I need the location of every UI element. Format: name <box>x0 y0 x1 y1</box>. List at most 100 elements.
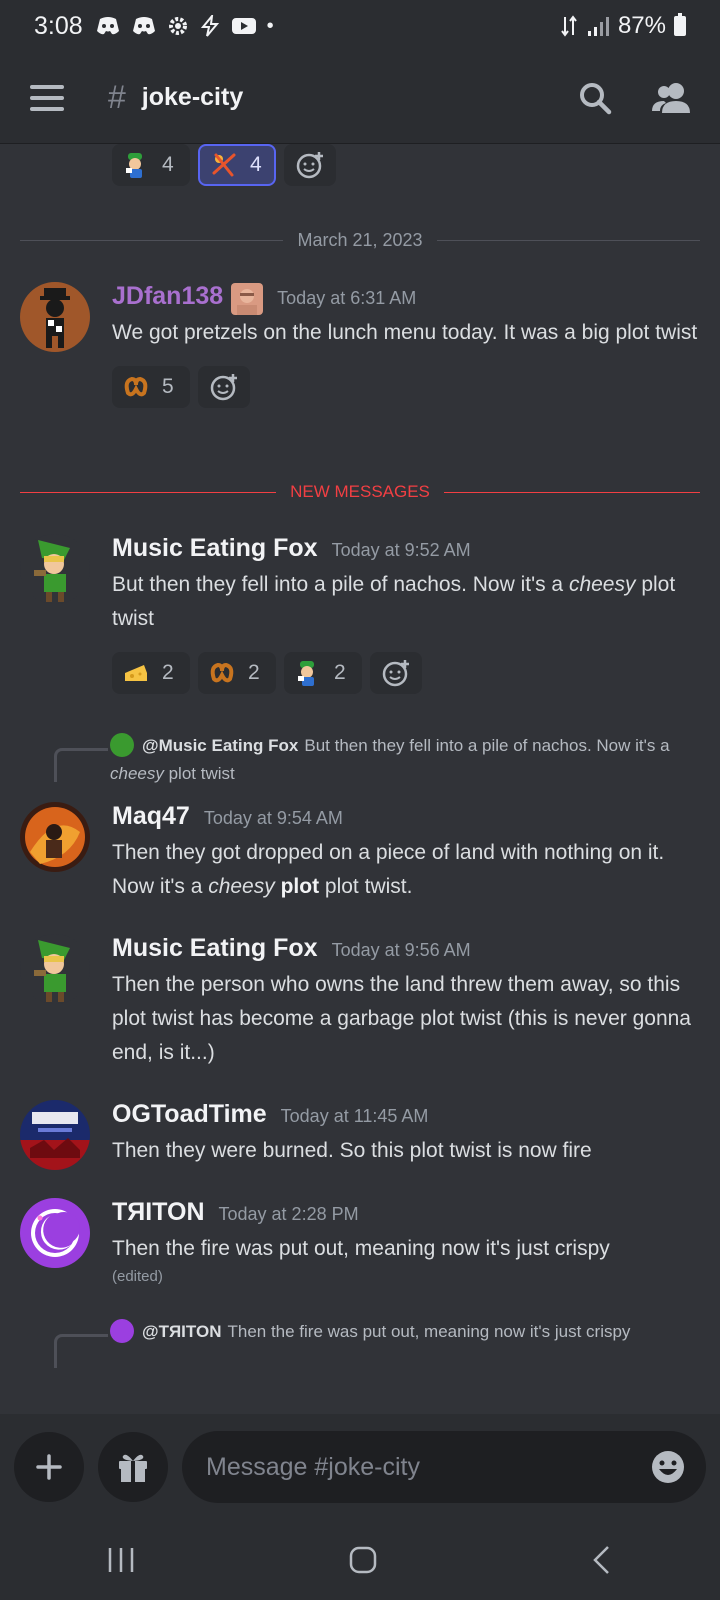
message-text: But then they fell into a pile of nachos… <box>112 573 676 630</box>
avatar[interactable] <box>20 802 90 872</box>
reaction-cheese[interactable]: 2 <box>112 652 190 694</box>
timestamp: Today at 9:56 AM <box>331 940 471 960</box>
emoji-picker-icon[interactable] <box>650 1449 686 1485</box>
emphasis-text: cheesy <box>208 875 275 898</box>
username[interactable]: JDfan138 <box>112 282 223 311</box>
reaction-row: 5 <box>112 366 700 408</box>
reaction-count: 5 <box>162 375 174 398</box>
add-reaction-button[interactable] <box>198 366 250 408</box>
reply-text: Then the fire was put out, meaning now i… <box>227 1322 631 1341</box>
pretzel-emoji-icon <box>124 376 148 397</box>
username[interactable]: TЯITON <box>112 1198 205 1227</box>
members-icon[interactable] <box>652 81 690 115</box>
message-text: We got pretzels on the lunch menu today.… <box>112 321 698 344</box>
message-input[interactable] <box>206 1452 650 1482</box>
timestamp: Today at 9:52 AM <box>331 540 471 560</box>
date-divider-label: March 21, 2023 <box>297 230 423 250</box>
reply-preview[interactable]: @TЯITON Then the fire was put out, meanin… <box>20 1318 690 1368</box>
message-text: Then the person who owns the land threw … <box>112 973 691 1064</box>
gift-button[interactable] <box>98 1432 168 1502</box>
signal-icon <box>587 17 609 36</box>
battery-icon <box>674 13 686 36</box>
gift-icon <box>119 1454 147 1482</box>
reaction-luigi[interactable]: 4 <box>112 144 190 186</box>
back-icon[interactable] <box>590 1545 614 1575</box>
search-icon[interactable] <box>578 81 612 115</box>
reaction-pretzel[interactable]: 2 <box>198 652 276 694</box>
add-reaction-button[interactable] <box>370 652 422 694</box>
notification-icons: • <box>95 15 274 38</box>
plus-icon <box>36 1454 62 1480</box>
message-item[interactable]: Music Eating Fox Today at 9:52 AM But th… <box>20 534 700 694</box>
timestamp: Today at 2:28 PM <box>218 1204 359 1224</box>
timestamp: Today at 6:31 AM <box>277 288 417 308</box>
reaction-luigi[interactable]: 2 <box>284 652 362 694</box>
add-reaction-icon <box>210 374 237 401</box>
data-transfer-icon <box>561 15 577 37</box>
reply-spine <box>54 748 108 782</box>
avatar[interactable] <box>20 282 90 352</box>
menu-icon[interactable] <box>30 84 64 111</box>
status-bar: 3:08 • 87% <box>0 0 720 52</box>
message-list[interactable]: 4 4 March 21, 2023 JDfan138 Today at 6:3… <box>0 144 720 1414</box>
reply-preview[interactable]: @Music Eating Fox But then they fell into… <box>20 732 690 788</box>
reply-avatar <box>110 733 134 757</box>
username[interactable]: Music Eating Fox <box>112 934 318 963</box>
channel-header: # joke-city <box>0 52 720 144</box>
cheese-emoji-icon <box>125 665 147 681</box>
bold-text: plot <box>280 875 320 898</box>
recent-apps-icon[interactable] <box>106 1546 136 1574</box>
avatar[interactable] <box>20 534 90 604</box>
home-icon[interactable] <box>348 1545 378 1575</box>
gear-icon <box>168 17 187 35</box>
message-item[interactable]: OGToadTime Today at 11:45 AM Then they w… <box>20 1100 700 1170</box>
discord-notification-icon <box>132 17 155 35</box>
add-reaction-icon <box>296 152 323 179</box>
system-nav-bar <box>0 1520 720 1600</box>
message-item[interactable]: JDfan138 Today at 6:31 AM We got pretzel… <box>20 282 700 408</box>
reaction-cartwheel[interactable]: 4 <box>198 144 276 186</box>
message-item[interactable]: Maq47 Today at 9:54 AM Then they got dro… <box>20 802 700 904</box>
reaction-count: 4 <box>162 153 174 176</box>
add-reaction-button[interactable] <box>284 144 336 186</box>
reply-username: @TЯITON <box>142 1322 222 1341</box>
status-time: 3:08 <box>34 11 83 40</box>
message-text: Then they got dropped on a piece of land… <box>112 841 665 898</box>
reaction-count: 2 <box>334 661 346 684</box>
message-input-wrapper <box>182 1431 706 1503</box>
reaction-row: 2 2 2 <box>112 652 700 694</box>
avatar[interactable] <box>20 934 90 1004</box>
username[interactable]: OGToadTime <box>112 1100 267 1129</box>
emphasis-text: cheesy <box>568 573 636 596</box>
channel-title[interactable]: joke-city <box>142 83 243 112</box>
avatar[interactable] <box>20 1100 90 1170</box>
lightning-icon <box>200 15 219 37</box>
reaction-pretzel[interactable]: 5 <box>112 366 190 408</box>
attach-button[interactable] <box>14 1432 84 1502</box>
message-item[interactable]: TЯITON Today at 2:28 PM Then the fire wa… <box>20 1198 700 1285</box>
reaction-row: 4 4 <box>112 144 336 186</box>
avatar[interactable] <box>20 1198 90 1268</box>
more-notifications-dot: • <box>266 14 274 37</box>
luigi-emoji-icon <box>126 153 142 178</box>
reply-username: @Music Eating Fox <box>142 736 299 755</box>
discord-notification-icon <box>96 17 119 35</box>
reply-spine <box>54 1334 108 1368</box>
channel-hash-icon: # <box>108 79 126 115</box>
youtube-icon <box>231 18 256 34</box>
date-divider: March 21, 2023 <box>20 230 701 251</box>
message-text: Then the fire was put out, meaning now i… <box>112 1237 610 1260</box>
reaction-count: 2 <box>162 661 174 684</box>
luigi-emoji-icon <box>298 661 314 686</box>
reply-avatar <box>110 1319 134 1343</box>
username[interactable]: Music Eating Fox <box>112 534 318 563</box>
message-item[interactable]: Music Eating Fox Today at 9:56 AM Then t… <box>20 934 700 1070</box>
new-messages-divider: NEW MESSAGES <box>20 482 700 502</box>
battery-percent: 87% <box>617 12 666 39</box>
profile-badge-icon <box>231 283 264 315</box>
timestamp: Today at 9:54 AM <box>203 808 343 828</box>
message-text: Then they were burned. So this plot twis… <box>112 1139 592 1162</box>
reaction-count: 2 <box>248 661 260 684</box>
username[interactable]: Maq47 <box>112 802 190 831</box>
add-reaction-icon <box>382 660 409 687</box>
